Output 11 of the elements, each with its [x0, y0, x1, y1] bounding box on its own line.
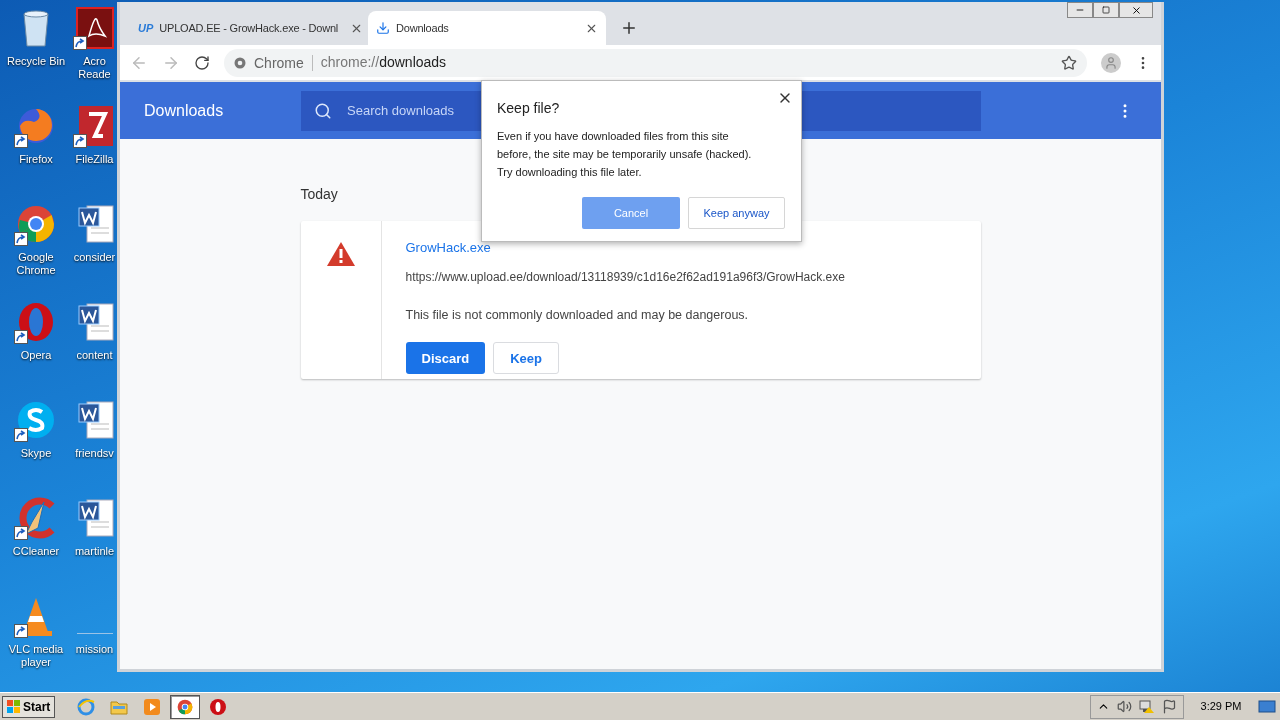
page-title: Downloads [144, 100, 225, 121]
download-url: https://www.upload.ee/download/13118939/c1d16e2f62ad191a96f3/GrowHack.exe [405, 268, 845, 286]
dialog-message: Even if you have downloaded files from this site before, the site may be temporarily unsafe (hacked). Try downloading this file later. [497, 129, 753, 180]
tab-title: Downloads [396, 20, 449, 36]
tab-favicon: UP [138, 20, 154, 36]
warning-message: This file is not commonly downloaded and may be dangerous. [405, 306, 750, 324]
tab-title: UPLOAD.EE - GrowHack.exe - Downl [159, 20, 339, 36]
dialog-title: Keep file? [497, 99, 561, 118]
site-label: Chrome [254, 54, 313, 71]
date-heading: Today [300, 185, 339, 204]
url-text: chrome://downloads [320, 53, 447, 72]
